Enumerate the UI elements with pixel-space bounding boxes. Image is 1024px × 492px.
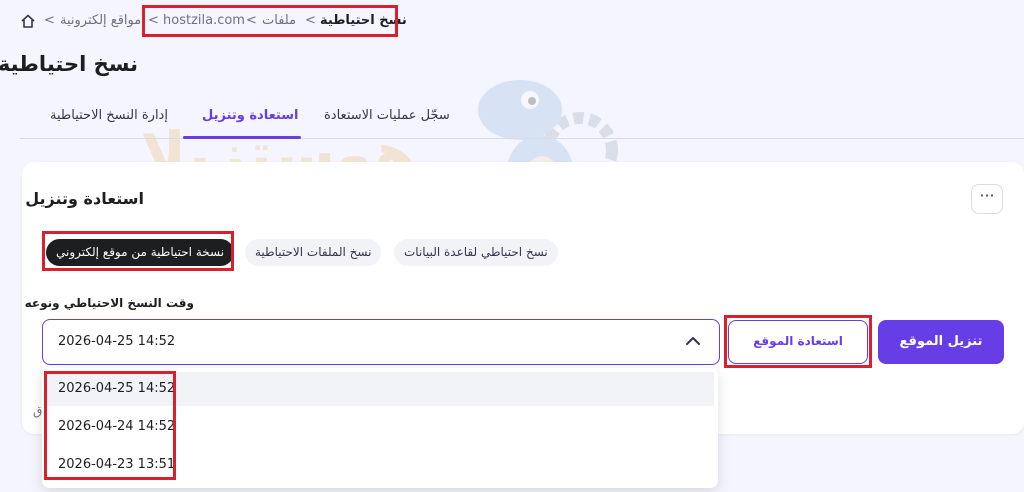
chip-files-backup[interactable]: نسخ الملفات الاحتياطية: [245, 239, 382, 266]
home-icon[interactable]: [20, 13, 36, 29]
active-tab-indicator: [183, 136, 301, 139]
tab-restore-download[interactable]: استعادة وتنزيل: [202, 108, 298, 123]
chip-database-backup[interactable]: نسخ احتياطي لقاعدة البيانات: [394, 239, 558, 266]
backup-time-value: 2026-04-25 14:52: [58, 334, 176, 349]
backup-time-label: وقت النسخ الاحتياطي ونوعه: [24, 296, 194, 310]
hidden-card-text: ق: [33, 404, 43, 418]
highlight-box-restore-button: [724, 315, 872, 368]
highlight-box-website-chip: [42, 231, 234, 271]
card-title: استعادة وتنزيل: [25, 189, 144, 208]
chevron-up-icon[interactable]: [683, 331, 703, 351]
highlight-box-breadcrumb: [142, 5, 398, 37]
download-site-button[interactable]: تنزيل الموقع: [878, 320, 1004, 364]
tabs-divider: [20, 138, 1024, 139]
tab-restore-history[interactable]: سجّل عمليات الاستعادة: [324, 108, 450, 123]
highlight-box-options: [44, 371, 176, 480]
breadcrumb-item-websites[interactable]: مواقع إلكترونية: [60, 10, 141, 32]
chevron-left-icon: <: [44, 13, 55, 28]
more-icon: ···: [979, 186, 995, 205]
tab-manage-backups[interactable]: إدارة النسخ الاحتياطية: [50, 108, 168, 123]
more-options-button[interactable]: ···: [971, 184, 1003, 214]
page-title: نسخ احتياطية: [0, 52, 138, 76]
